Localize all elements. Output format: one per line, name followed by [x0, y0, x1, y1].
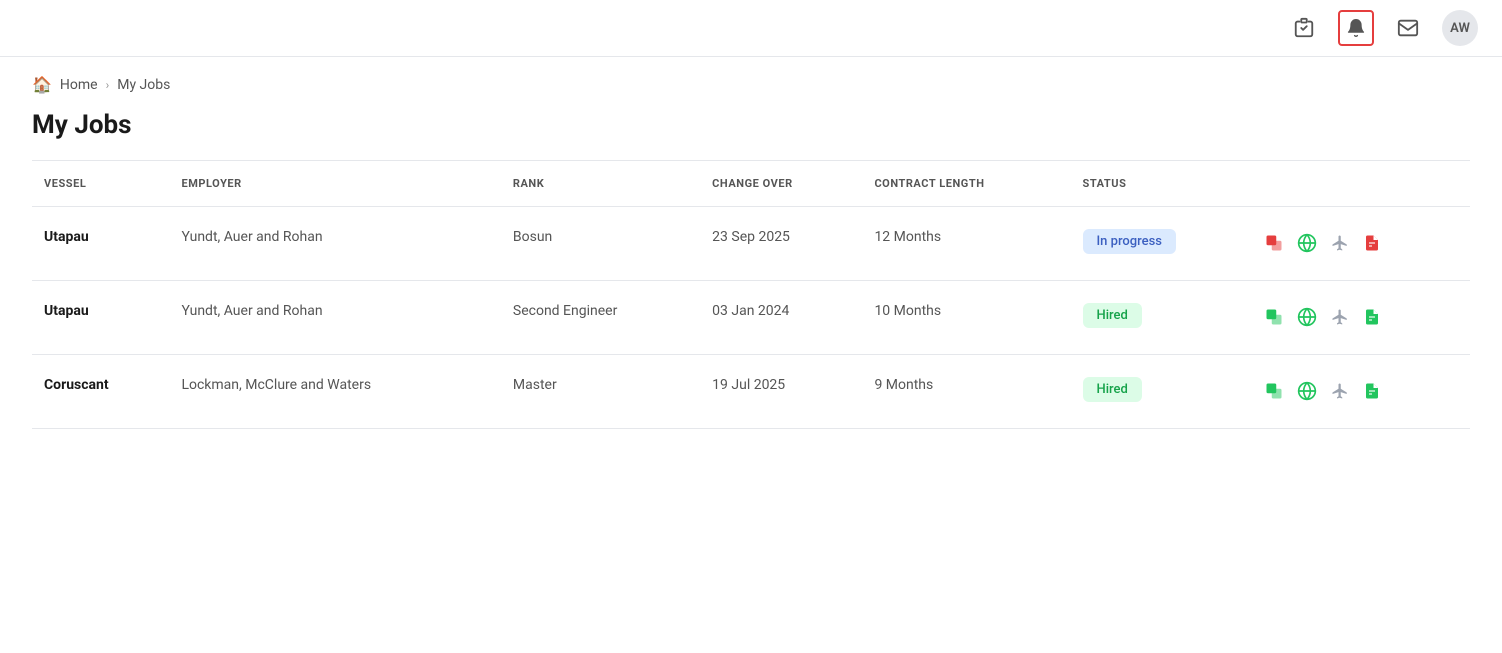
status-badge: In progress: [1083, 229, 1176, 254]
col-employer: EMPLOYER: [169, 161, 500, 207]
breadcrumb: 🏠 Home › My Jobs: [0, 57, 1502, 100]
cell-rank: Master: [501, 355, 700, 429]
document-icon[interactable]: [1363, 382, 1381, 405]
action-icons: [1265, 303, 1458, 332]
col-changeover: CHANGE OVER: [700, 161, 862, 207]
checklist-icon[interactable]: [1286, 10, 1322, 46]
status-badge: Hired: [1083, 377, 1142, 402]
status-badge: Hired: [1083, 303, 1142, 328]
globe-icon[interactable]: [1297, 307, 1317, 332]
mail-icon[interactable]: [1390, 10, 1426, 46]
cell-employer: Yundt, Auer and Rohan: [169, 281, 500, 355]
page-title: My Jobs: [0, 100, 1502, 160]
cell-status: Hired: [1071, 281, 1253, 355]
cell-changeover: 23 Sep 2025: [700, 207, 862, 281]
cell-rank: Second Engineer: [501, 281, 700, 355]
cell-employer: Lockman, McClure and Waters: [169, 355, 500, 429]
action-icons: [1265, 377, 1458, 406]
table-row: Utapau Yundt, Auer and Rohan Second Engi…: [32, 281, 1470, 355]
cell-vessel: Utapau: [32, 207, 169, 281]
col-status: STATUS: [1071, 161, 1253, 207]
globe-icon[interactable]: [1297, 233, 1317, 258]
col-actions: [1253, 161, 1470, 207]
col-vessel: VESSEL: [32, 161, 169, 207]
topbar: AW: [0, 0, 1502, 57]
plane-icon[interactable]: [1331, 234, 1349, 257]
plane-icon[interactable]: [1331, 308, 1349, 331]
cell-vessel: Utapau: [32, 281, 169, 355]
copy-icon[interactable]: [1265, 308, 1283, 331]
home-icon: 🏠: [32, 75, 52, 94]
cell-status: Hired: [1071, 355, 1253, 429]
cell-actions: [1253, 355, 1470, 429]
breadcrumb-home[interactable]: Home: [60, 77, 98, 93]
cell-actions: [1253, 281, 1470, 355]
cell-contract-length: 10 Months: [862, 281, 1070, 355]
cell-changeover: 19 Jul 2025: [700, 355, 862, 429]
cell-contract-length: 9 Months: [862, 355, 1070, 429]
cell-changeover: 03 Jan 2024: [700, 281, 862, 355]
jobs-table: VESSEL EMPLOYER RANK CHANGE OVER CONTRAC…: [32, 160, 1470, 429]
breadcrumb-current: My Jobs: [117, 77, 170, 93]
jobs-table-container: VESSEL EMPLOYER RANK CHANGE OVER CONTRAC…: [0, 160, 1502, 429]
table-row: Coruscant Lockman, McClure and Waters Ma…: [32, 355, 1470, 429]
table-row: Utapau Yundt, Auer and Rohan Bosun 23 Se…: [32, 207, 1470, 281]
cell-status: In progress: [1071, 207, 1253, 281]
table-header-row: VESSEL EMPLOYER RANK CHANGE OVER CONTRAC…: [32, 161, 1470, 207]
globe-icon[interactable]: [1297, 381, 1317, 406]
copy-icon[interactable]: [1265, 234, 1283, 257]
document-icon[interactable]: [1363, 234, 1381, 257]
cell-actions: [1253, 207, 1470, 281]
plane-icon[interactable]: [1331, 382, 1349, 405]
copy-icon[interactable]: [1265, 382, 1283, 405]
cell-contract-length: 12 Months: [862, 207, 1070, 281]
breadcrumb-separator: ›: [106, 78, 110, 92]
bell-icon[interactable]: [1338, 10, 1374, 46]
col-rank: RANK: [501, 161, 700, 207]
avatar[interactable]: AW: [1442, 10, 1478, 46]
col-contract-length: CONTRACT LENGTH: [862, 161, 1070, 207]
cell-rank: Bosun: [501, 207, 700, 281]
cell-employer: Yundt, Auer and Rohan: [169, 207, 500, 281]
document-icon[interactable]: [1363, 308, 1381, 331]
cell-vessel: Coruscant: [32, 355, 169, 429]
action-icons: [1265, 229, 1458, 258]
